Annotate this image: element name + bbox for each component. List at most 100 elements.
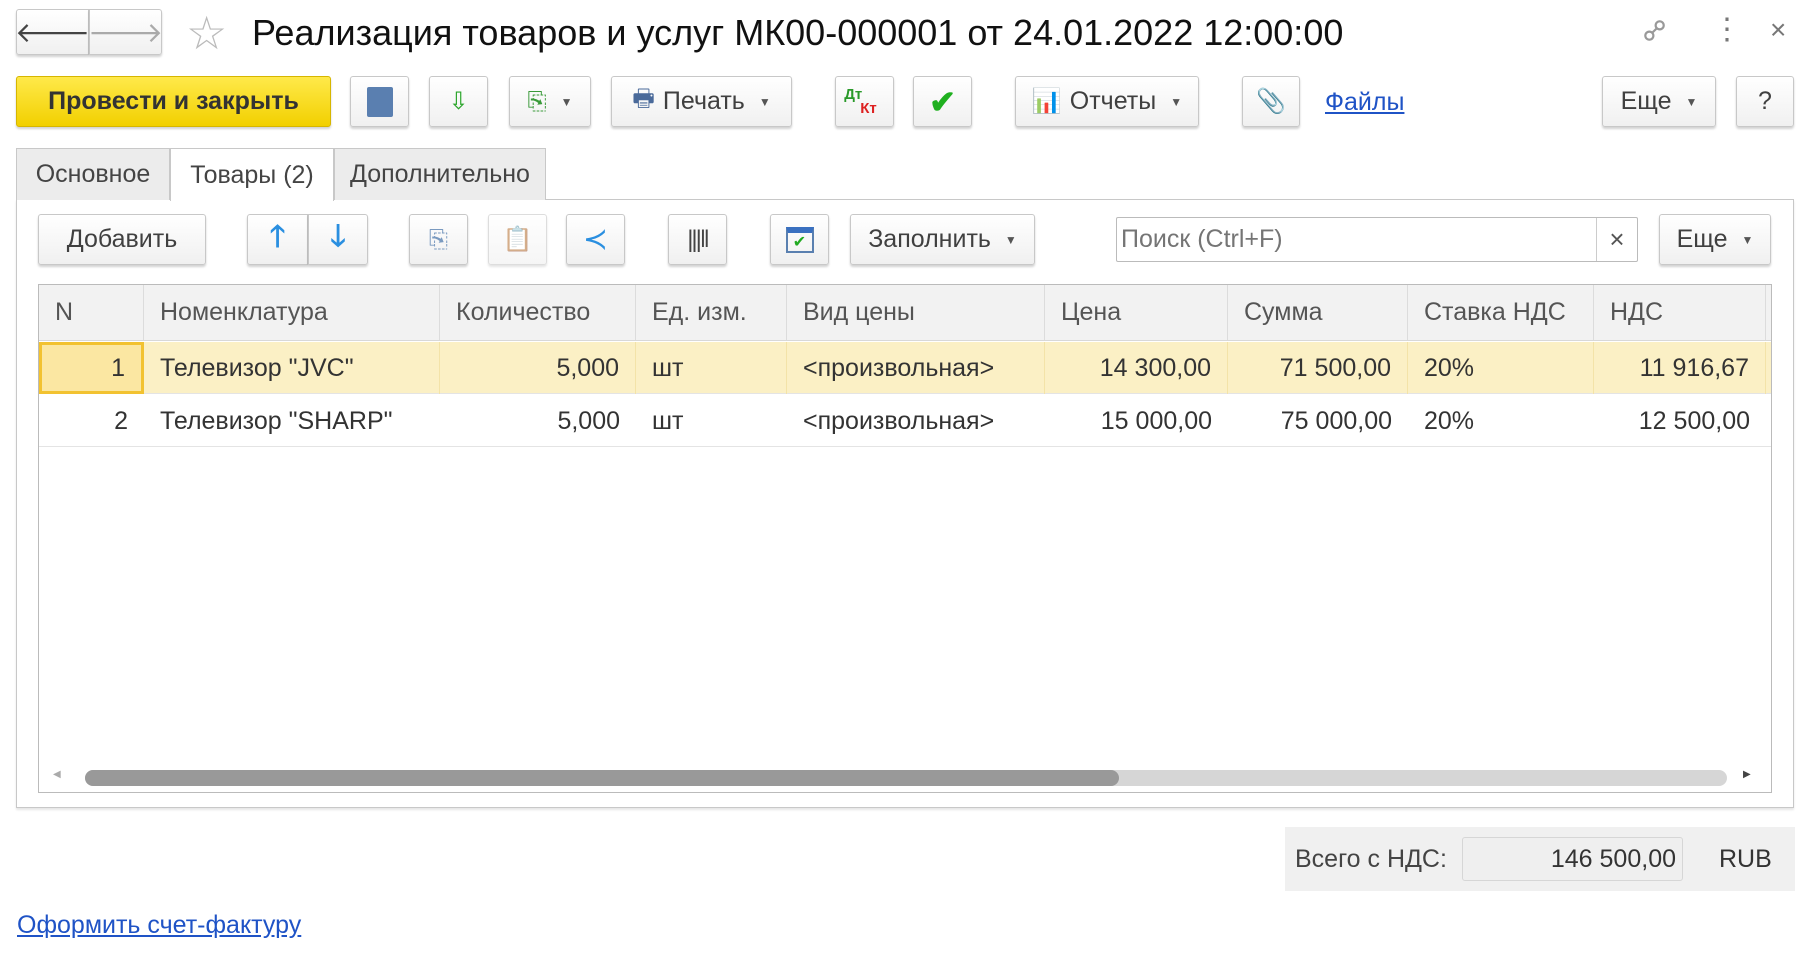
table-cell[interactable]: 71 500,00	[1228, 342, 1408, 394]
more-label: Еще	[1676, 225, 1728, 253]
table-cell[interactable]: 2	[39, 395, 144, 447]
dt-kt-icon: Дт Кт	[844, 85, 877, 117]
files-link[interactable]: Файлы	[1325, 88, 1404, 117]
help-button[interactable]: ?	[1736, 76, 1794, 127]
help-label: ?	[1758, 87, 1772, 115]
column-header[interactable]: Ед. изм.	[636, 285, 787, 340]
total-value-field: 146 500,00	[1462, 837, 1683, 881]
check-table-button[interactable]: ✔	[770, 214, 829, 265]
reports-button[interactable]: 📊 Отчеты ▼	[1015, 76, 1199, 127]
add-label: Добавить	[66, 225, 178, 253]
dropdown-arrow-icon: ▼	[560, 94, 573, 109]
barcode-icon: |||‖	[687, 225, 710, 253]
table-cell[interactable]: Телевизор "JVC"	[144, 342, 440, 394]
create-invoice-link[interactable]: Оформить счет-фактуру	[17, 911, 301, 940]
add-button[interactable]: Добавить	[38, 214, 206, 265]
table-row[interactable]: 2 Телевизор "SHARP" 5,000 шт <произвольная> 1…	[39, 395, 1771, 447]
tab-additional[interactable]: Дополнительно	[334, 148, 546, 200]
dt-kt-button[interactable]: Дт Кт	[835, 76, 894, 127]
table-cell[interactable]: Телевизор "SHARP"	[144, 395, 440, 447]
currency-label: RUB	[1719, 845, 1772, 873]
search-input[interactable]	[1117, 218, 1597, 261]
total-label: Всего с НДС:	[1295, 845, 1447, 873]
tab-main[interactable]: Основное	[16, 148, 170, 200]
table-cell[interactable]: <произвольная>	[787, 395, 1045, 447]
table-header: N Номенклатура Количество Ед. изм. Вид цены Ц…	[39, 285, 1771, 341]
more-button[interactable]: Еще ▼	[1602, 76, 1716, 127]
reports-label: Отчеты	[1069, 87, 1157, 115]
table-cell[interactable]: 5,000	[440, 342, 636, 394]
print-button[interactable]: 🖶 Печать ▼	[611, 76, 792, 127]
column-header[interactable]: НДС	[1594, 285, 1766, 340]
table-cell[interactable]: 12 500,00	[1594, 395, 1766, 447]
create-based-on-button[interactable]: ⎘ ▼	[509, 76, 591, 127]
arrow-right-icon: 🡒	[87, 17, 164, 48]
table-cell[interactable]: шт	[636, 342, 787, 394]
more-vertical-icon[interactable]: ⋮	[1712, 12, 1742, 47]
dropdown-arrow-icon: ▼	[758, 94, 771, 109]
more-label: Еще	[1620, 87, 1672, 115]
tab-label: Основное	[35, 160, 151, 188]
back-button[interactable]: 🡐	[14, 9, 91, 55]
barcode-search-button[interactable]: |||‖	[668, 214, 727, 265]
scroll-right-arrow-icon[interactable]: ▶	[1743, 769, 1751, 780]
column-header[interactable]: Ставка НДС	[1408, 285, 1594, 340]
table-cell[interactable]: 15 000,00	[1045, 395, 1228, 447]
table-cell[interactable]: 5,000	[440, 395, 636, 447]
select-button[interactable]: ≺	[566, 214, 625, 265]
copy-button[interactable]: ⎘	[409, 214, 468, 265]
favorite-star-icon[interactable]: ☆	[186, 6, 227, 60]
column-header[interactable]: Количество	[440, 285, 636, 340]
page-title: Реализация товаров и услуг МК00-000001 о…	[252, 12, 1344, 53]
scroll-left-arrow-icon[interactable]: ◀	[53, 769, 61, 780]
table-cell[interactable]: 20%	[1408, 342, 1594, 394]
column-header[interactable]: N	[39, 285, 144, 340]
tab-label: Товары (2)	[190, 160, 314, 189]
table-cell[interactable]: шт	[636, 395, 787, 447]
goods-table: N Номенклатура Количество Ед. изм. Вид цены Ц…	[38, 284, 1772, 793]
table-cell[interactable]: 14 300,00	[1045, 342, 1228, 394]
floppy-disk-icon	[366, 86, 393, 117]
attach-button[interactable]: 📎	[1242, 76, 1300, 127]
column-header[interactable]: Вид цены	[787, 285, 1045, 340]
table-cell[interactable]: 11 916,67	[1594, 342, 1766, 394]
column-header[interactable]: Цена	[1045, 285, 1228, 340]
search-box: ×	[1116, 217, 1638, 262]
column-header[interactable]: Сумма	[1228, 285, 1408, 340]
reports-chart-icon: 📊	[1031, 88, 1062, 115]
dropdown-arrow-icon: ▼	[1741, 232, 1754, 247]
save-button[interactable]	[350, 76, 409, 127]
table-cell[interactable]: <произвольная>	[787, 342, 1045, 394]
paperclip-icon: 📎	[1256, 88, 1286, 115]
dropdown-arrow-icon: ▼	[1685, 94, 1698, 109]
post-and-close-button[interactable]: Провести и закрыть	[16, 76, 331, 127]
arrow-left-icon: 🡐	[14, 17, 91, 48]
table-row[interactable]: 1 Телевизор "JVC" 5,000 шт <произвольная> 14 …	[39, 342, 1771, 394]
horizontal-scrollbar[interactable]	[85, 770, 1727, 786]
column-header[interactable]: Номенклатура	[144, 285, 440, 340]
clear-search-button[interactable]: ×	[1596, 218, 1637, 261]
printer-icon: 🖶	[632, 85, 655, 112]
fill-label: Заполнить	[868, 225, 991, 253]
forward-button[interactable]: 🡒	[87, 9, 164, 55]
totals-panel: Всего с НДС: 146 500,00 RUB	[1285, 827, 1795, 891]
copy-icon: ⎘	[428, 225, 449, 253]
link-icon[interactable]: ⚯	[1634, 10, 1677, 53]
checkmark-icon: ✔	[929, 83, 956, 120]
close-icon[interactable]: ×	[1770, 14, 1786, 46]
tab-goods[interactable]: Товары (2)	[170, 148, 334, 201]
move-up-button[interactable]: 🡑	[247, 214, 308, 265]
table-cell[interactable]: 20%	[1408, 395, 1594, 447]
arrow-down-icon: 🡓	[330, 220, 346, 253]
table-more-button[interactable]: Еще ▼	[1659, 214, 1771, 265]
paste-button[interactable]: 📋	[488, 214, 547, 265]
table-cell[interactable]: 1	[39, 342, 144, 394]
tab-label: Дополнительно	[350, 160, 530, 188]
fill-button[interactable]: Заполнить ▼	[850, 214, 1035, 265]
post-button[interactable]: ⇩	[429, 76, 488, 127]
table-cell[interactable]: 75 000,00	[1228, 395, 1408, 447]
move-down-button[interactable]: 🡓	[308, 214, 368, 265]
check-button[interactable]: ✔	[913, 76, 972, 127]
create-based-icon: ⎘	[527, 87, 547, 115]
scrollbar-thumb[interactable]	[85, 770, 1120, 786]
